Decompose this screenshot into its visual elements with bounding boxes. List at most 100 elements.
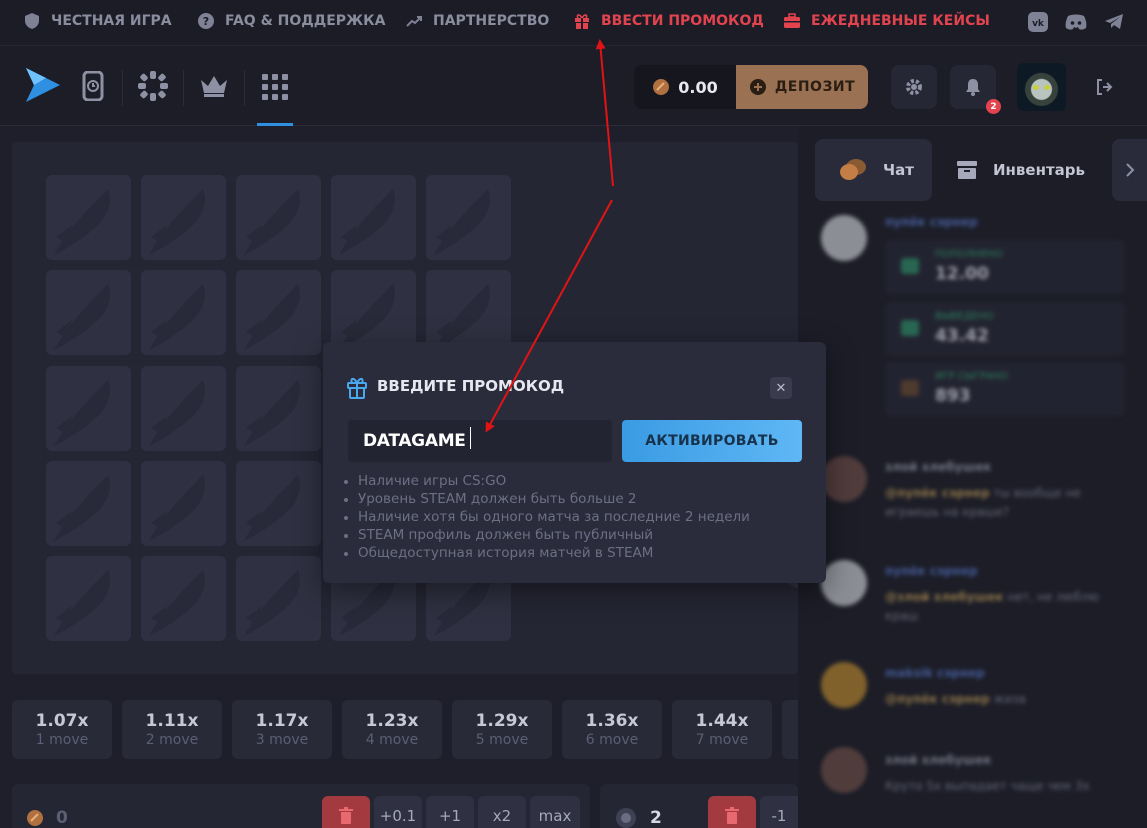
- stat-value: 43.42: [935, 326, 989, 346]
- nav-fair-game[interactable]: ЧЕСТНАЯ ИГРА: [23, 0, 172, 42]
- tab-chat-label: Чат: [883, 161, 914, 179]
- mine-cell[interactable]: [46, 175, 131, 260]
- rocket-watermark-icon: [244, 475, 300, 541]
- chat-username[interactable]: пупёк сэрнер: [885, 564, 978, 578]
- bet-plus-0-1-button[interactable]: +0.1: [374, 796, 422, 828]
- coin-icon: [27, 810, 43, 826]
- rocket-watermark-icon: [149, 570, 205, 636]
- rocket-watermark-icon: [339, 189, 395, 255]
- grid-icon[interactable]: [261, 73, 289, 101]
- coin-icon: [653, 79, 670, 95]
- close-icon: ✕: [775, 380, 787, 396]
- close-button[interactable]: ✕: [770, 377, 792, 399]
- nav-fair-game-label: ЧЕСТНАЯ ИГРА: [51, 13, 172, 29]
- stat-label: ПОПОЛНЕНО: [935, 249, 1003, 260]
- telegram-icon[interactable]: [1104, 13, 1124, 30]
- top-navigation-bar: ЧЕСТНАЯ ИГРА ? FAQ & ПОДДЕРЖКА ПАРТНЕРСТ…: [0, 0, 1147, 46]
- mines-minus-button[interactable]: -1: [760, 796, 798, 828]
- nav-faq-support[interactable]: ? FAQ & ПОДДЕРЖКА: [197, 0, 385, 42]
- rocket-watermark-icon: [149, 475, 205, 541]
- nav-promocode-label: ВВЕСТИ ПРОМОКОД: [601, 13, 764, 29]
- mine-cell[interactable]: [236, 556, 321, 641]
- plus-circle-icon: [749, 79, 766, 95]
- chat-mention[interactable]: @злой хлебушек: [885, 590, 1004, 604]
- chat-mention[interactable]: @пупёк сэрнер: [885, 486, 990, 500]
- timer-icon[interactable]: [80, 71, 106, 101]
- gift-icon: [347, 377, 367, 399]
- stat-label: ИГР СЫГРАНО: [935, 371, 1008, 382]
- nav-enter-promocode[interactable]: ВВЕСТИ ПРОМОКОД: [573, 0, 764, 42]
- chat-avatar[interactable]: [821, 662, 867, 708]
- activate-button[interactable]: АКТИВИРОВАТЬ: [622, 420, 802, 462]
- mine-cell[interactable]: [46, 270, 131, 355]
- logout-button[interactable]: [1081, 65, 1127, 109]
- rocket-watermark-icon: [54, 475, 110, 541]
- settings-button[interactable]: [891, 65, 937, 109]
- mine-cell[interactable]: [46, 556, 131, 641]
- multiplier-card: 1.36x 6 move: [562, 700, 662, 759]
- promocode-input[interactable]: [348, 420, 612, 462]
- chat-username[interactable]: пупёк сэрнер: [885, 215, 978, 229]
- mine-cell[interactable]: [236, 270, 321, 355]
- mine-cell[interactable]: [141, 366, 226, 451]
- bet-max-button[interactable]: max: [530, 796, 580, 828]
- mine-cell[interactable]: [46, 366, 131, 451]
- bell-icon: [966, 79, 980, 96]
- bet-amount-value[interactable]: 0: [56, 808, 68, 828]
- mine-cell[interactable]: [141, 270, 226, 355]
- withdraw-stat-icon: [901, 320, 919, 336]
- chat-message-text: жиза: [993, 692, 1026, 706]
- tab-inventory[interactable]: Инвентарь: [957, 139, 1097, 201]
- mine-cell[interactable]: [426, 175, 511, 260]
- stat-label: ВЫВЕДЕНО: [935, 311, 994, 322]
- nav-daily-cases[interactable]: ЕЖЕДНЕВНЫЕ КЕЙСЫ: [783, 0, 990, 42]
- tabs-next-button[interactable]: [1112, 139, 1147, 201]
- wheel-icon[interactable]: [137, 70, 169, 102]
- multiplier-card: 1.29x 5 move: [452, 700, 552, 759]
- chat-username[interactable]: злой хлебушек: [885, 753, 992, 767]
- trash-icon: [725, 807, 739, 824]
- mines-clear-button[interactable]: [708, 796, 756, 828]
- vk-icon[interactable]: vk: [1028, 12, 1048, 32]
- deposit-stat-icon: [901, 258, 919, 274]
- chat-avatar[interactable]: [821, 456, 867, 502]
- chat-stat-card: ПОПОЛНЕНО 12.00: [885, 240, 1125, 294]
- chat-username[interactable]: злой хлебушек: [885, 460, 992, 474]
- mine-cell[interactable]: [331, 175, 416, 260]
- requirement-item: Наличие хотя бы одного матча за последни…: [343, 508, 750, 526]
- chat-username[interactable]: maksik сэрнер: [885, 666, 985, 680]
- promocode-modal: ВВЕДИТЕ ПРОМОКОД ✕ АКТИВИРОВАТЬ Наличие …: [323, 342, 826, 583]
- chat-avatar[interactable]: [821, 560, 867, 606]
- logo-icon[interactable]: [22, 64, 62, 106]
- mine-cell[interactable]: [141, 556, 226, 641]
- mine-cell[interactable]: [236, 366, 321, 451]
- tab-chat[interactable]: Чат: [815, 139, 932, 201]
- chat-feed: пупёк сэрнер ПОПОЛНЕНО 12.00 ВЫВЕДЕНО 43…: [815, 210, 1147, 828]
- logout-icon: [1097, 79, 1113, 95]
- mine-cell[interactable]: [141, 461, 226, 546]
- nav-partnership[interactable]: ПАРТНЕРСТВО: [405, 0, 549, 42]
- deposit-button[interactable]: ДЕПОЗИТ: [736, 65, 868, 109]
- multiplier-card-partial: [782, 700, 798, 759]
- chat-avatar[interactable]: [821, 215, 867, 261]
- mine-cell[interactable]: [46, 461, 131, 546]
- discord-icon[interactable]: [1064, 13, 1088, 31]
- clear-bet-button[interactable]: [322, 796, 370, 828]
- rocket-watermark-icon: [54, 284, 110, 350]
- requirements-list: Наличие игры CS:GO Уровень STEAM должен …: [343, 472, 750, 562]
- mine-cell[interactable]: [236, 175, 321, 260]
- chat-mention[interactable]: @пупёк сэрнер: [885, 692, 990, 706]
- gear-icon: [906, 79, 922, 95]
- stat-value: 12.00: [935, 264, 989, 284]
- multiplier-card: 1.44x 7 move: [672, 700, 772, 759]
- mine-cell[interactable]: [236, 461, 321, 546]
- mine-cell[interactable]: [141, 175, 226, 260]
- user-avatar[interactable]: [1017, 63, 1066, 111]
- crown-icon[interactable]: [199, 74, 229, 98]
- bet-plus-1-button[interactable]: +1: [426, 796, 474, 828]
- rocket-watermark-icon: [244, 380, 300, 446]
- multiplier-value: 1.36x: [585, 711, 639, 731]
- bet-x2-button[interactable]: x2: [478, 796, 526, 828]
- rocket-watermark-icon: [54, 570, 110, 636]
- chat-avatar[interactable]: [821, 747, 867, 793]
